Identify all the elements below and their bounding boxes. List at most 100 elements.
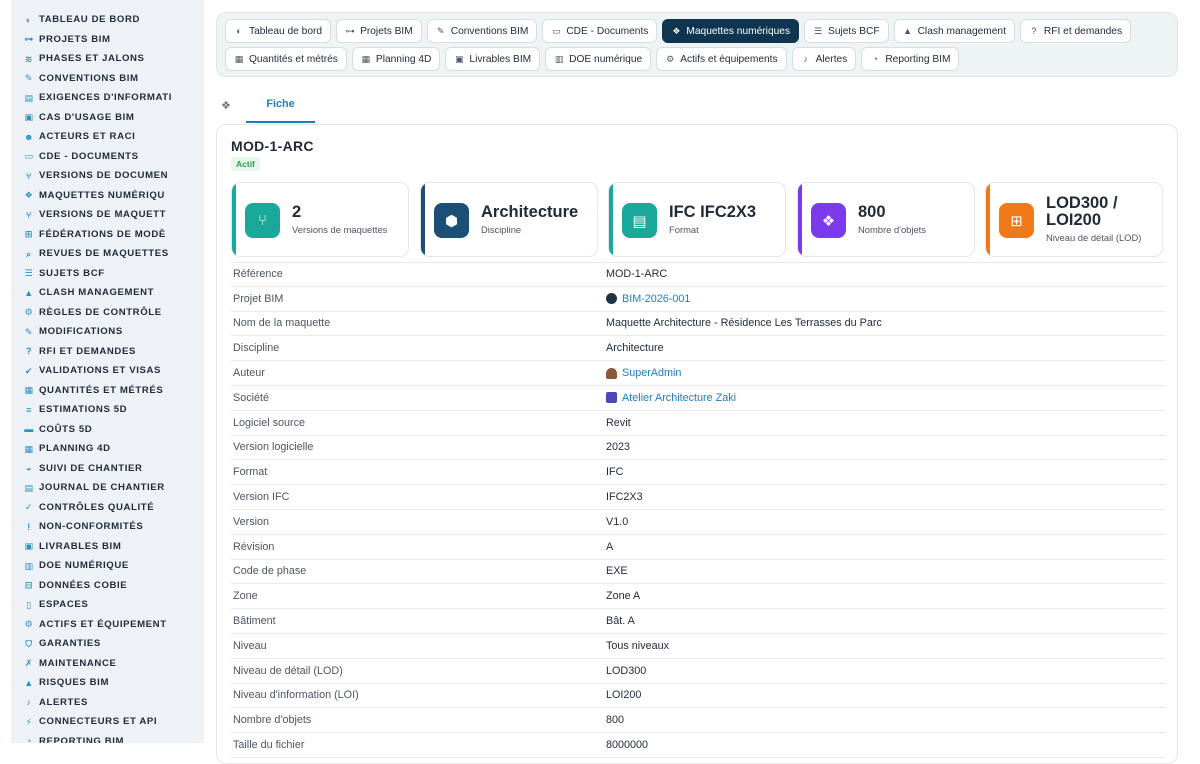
sidebar-item-label: QUANTITÉS ET MÉTRÉS: [39, 384, 164, 396]
sidebar-item[interactable]: ⛉ GARANTIES: [11, 634, 204, 654]
detail-value-text: Bât. A: [606, 615, 635, 628]
sidebar-item[interactable]: ▤ EXIGENCES D'INFORMATI: [11, 88, 204, 108]
sidebar-item-label: ESPACES: [39, 599, 89, 611]
tab-label: Projets BIM: [360, 25, 413, 37]
sidebar-item[interactable]: ▣ LIVRABLES BIM: [11, 537, 204, 557]
kpi-value: 800: [858, 203, 886, 221]
sidebar-item-label: CONNECTEURS ET API: [39, 716, 158, 728]
calendar-icon: ▦: [361, 53, 371, 64]
subtab-fiche[interactable]: Fiche: [246, 92, 315, 123]
sidebar-item[interactable]: ⑂ VERSIONS DE MAQUETT: [11, 205, 204, 225]
sidebar-item[interactable]: ⌕ REVUES DE MAQUETTES: [11, 244, 204, 264]
user-icon: [606, 367, 617, 379]
tab-reporting-bim[interactable]: ◔ Reporting BIM: [861, 47, 960, 71]
folder-open-icon: ▭: [24, 151, 34, 162]
tab-planning-4d[interactable]: ▦ Planning 4D: [351, 47, 441, 71]
folder-open-icon: ▭: [552, 25, 561, 36]
detail-value-text: 8000000: [606, 739, 649, 752]
detail-value[interactable]: BIM-2026-001: [606, 293, 1165, 305]
tab-sujets-bcf[interactable]: ☰ Sujets BCF: [804, 19, 889, 43]
detail-key: Nom de la maquette: [233, 317, 331, 330]
sidebar-item[interactable]: ⚙ ACTIFS ET ÉQUIPEMENT: [11, 615, 204, 635]
detail-key: Projet BIM: [233, 292, 284, 305]
detail-row: Nom de la maquette Maquette Architecture …: [231, 312, 1165, 337]
sidebar-item[interactable]: ✗ MAINTENANCE: [11, 654, 204, 674]
tab-label: RFI et demandes: [1043, 25, 1123, 37]
sidebar-item[interactable]: ♪ ALERTES: [11, 693, 204, 713]
detail-row: Taille du fichier 8000000: [231, 733, 1165, 758]
sidebar-item[interactable]: ▲ RISQUES BIM: [11, 673, 204, 693]
sidebar-item[interactable]: ≋ PHASES ET JALONS: [11, 49, 204, 69]
sidebar-item[interactable]: ✓ CONTRÔLES QUALITÉ: [11, 498, 204, 518]
sidebar-item[interactable]: ⚡ CONNECTEURS ET API: [11, 712, 204, 732]
sidebar-item[interactable]: ▦ QUANTITÉS ET MÉTRÉS: [11, 381, 204, 401]
detail-value: A: [606, 541, 1165, 553]
tab-doe-num-rique[interactable]: ▥ DOE numérique: [545, 47, 652, 71]
file-code-icon: ▤: [622, 203, 657, 238]
sidebar-item[interactable]: ◔ REPORTING BIM: [11, 732, 204, 743]
detail-table: Référence MOD-1-ARC Projet BIM BIM-2026-001…: [231, 262, 1165, 758]
tab-cde-documents[interactable]: ▭ CDE - Documents: [542, 19, 658, 43]
tab-alertes[interactable]: ♪ Alertes: [791, 47, 857, 71]
sidebar-item[interactable]: ❖ MAQUETTES NUMÉRIQU: [11, 186, 204, 206]
detail-key: Zone: [233, 590, 258, 603]
sidebar-item[interactable]: ▲ CLASH MANAGEMENT: [11, 283, 204, 303]
branch-icon: ⑂: [25, 170, 32, 181]
tab-actifs-et-quipements[interactable]: ⚙ Actifs et équipements: [656, 47, 787, 71]
tab-livrables-bim[interactable]: ▣ Livrables BIM: [445, 47, 541, 71]
sidebar-item[interactable]: ✎ CONVENTIONS BIM: [11, 69, 204, 89]
sidebar-item-label: PLANNING 4D: [39, 443, 111, 455]
sidebar-item[interactable]: ? RFI ET DEMANDES: [11, 342, 204, 362]
sidebar-item-label: REPORTING BIM: [39, 735, 125, 743]
detail-key: Auteur: [233, 367, 265, 380]
detail-row: Bâtiment Bât. A: [231, 609, 1165, 634]
sidebar-item[interactable]: ✔ VALIDATIONS ET VISAS: [11, 361, 204, 381]
sidebar-item[interactable]: ▬ COÛTS 5D: [11, 420, 204, 440]
sidebar-item[interactable]: ▯ ESPACES: [11, 595, 204, 615]
sidebar-item[interactable]: ▦ PLANNING 4D: [11, 439, 204, 459]
tab-conventions-bim[interactable]: ✎ Conventions BIM: [426, 19, 538, 43]
sidebar-item[interactable]: ☰ SUJETS BCF: [11, 264, 204, 284]
sidebar-item[interactable]: ▭ CDE - DOCUMENTS: [11, 147, 204, 167]
sidebar-item[interactable]: ☻ ACTEURS ET RACI: [11, 127, 204, 147]
detail-key: Nombre d'objets: [233, 714, 312, 727]
tab-label: Reporting BIM: [885, 53, 951, 65]
sidebar-item[interactable]: ▥ DOE NUMÉRIQUE: [11, 556, 204, 576]
tab-rfi-et-demandes[interactable]: ? RFI et demandes: [1019, 19, 1132, 43]
detail-value[interactable]: SuperAdmin: [606, 367, 1165, 379]
project-tree-icon: ⊶: [345, 25, 355, 36]
sidebar-item-label: CONTRÔLES QUALITÉ: [39, 501, 155, 513]
sidebar-item-label: VALIDATIONS ET VISAS: [39, 365, 161, 377]
detail-value-text: IFC2X3: [606, 491, 643, 504]
sidebar-item-label: NON-CONFORMITÉS: [39, 521, 144, 533]
tab-tableau-de-bord[interactable]: ◐ Tableau de bord: [225, 19, 332, 43]
tab-clash-management[interactable]: ▲ Clash management: [893, 19, 1015, 43]
project-tree-icon: ⊶: [24, 34, 34, 45]
sidebar-item-label: JOURNAL DE CHANTIER: [39, 482, 165, 494]
tab-projets-bim[interactable]: ⊶ Projets BIM: [336, 19, 422, 43]
detail-row: Version IFC IFC2X3: [231, 485, 1165, 510]
sidebar-item[interactable]: ✎ MODIFICATIONS: [11, 322, 204, 342]
detail-value[interactable]: Atelier Architecture Zaki: [606, 392, 1165, 404]
sidebar-item-label: FÉDÉRATIONS DE MODÈ: [39, 228, 166, 240]
tab-maquettes-num-riques[interactable]: ❖ Maquettes numériques: [662, 19, 800, 43]
tab-quantit-s-et-m-tr-s[interactable]: ▦ Quantités et métrés: [225, 47, 347, 71]
sidebar-item[interactable]: ⑂ VERSIONS DE DOCUMEN: [11, 166, 204, 186]
comments-icon: ☰: [814, 25, 823, 36]
sidebar-item[interactable]: ◒ SUIVI DE CHANTIER: [11, 459, 204, 479]
detail-key: Version logicielle: [233, 441, 314, 454]
sidebar-item[interactable]: ▣ CAS D'USAGE BIM: [11, 108, 204, 128]
detail-row: Format IFC: [231, 460, 1165, 486]
sidebar-item[interactable]: ⊟ DONNÉES COBIE: [11, 576, 204, 596]
detail-value-text: SuperAdmin: [622, 367, 682, 380]
sidebar-item[interactable]: ◐ TABLEAU DE BORD: [11, 10, 204, 30]
detail-key: Niveau: [233, 639, 267, 652]
sidebar-item[interactable]: ▤ JOURNAL DE CHANTIER: [11, 478, 204, 498]
sidebar-item[interactable]: ⊶ PROJETS BIM: [11, 30, 204, 50]
sidebar-item[interactable]: ⊞ FÉDÉRATIONS DE MODÈ: [11, 225, 204, 245]
kpi-value: 2: [292, 203, 302, 221]
sidebar-item[interactable]: ≡ ESTIMATIONS 5D: [11, 400, 204, 420]
model-detail-card: MOD-1-ARC Actif ⑂ 2 Versions de maquettes ⬢…: [216, 124, 1178, 764]
sidebar-item[interactable]: ⚙ RÈGLES DE CONTRÔLE: [11, 303, 204, 323]
sidebar-item[interactable]: ! NON-CONFORMITÉS: [11, 517, 204, 537]
